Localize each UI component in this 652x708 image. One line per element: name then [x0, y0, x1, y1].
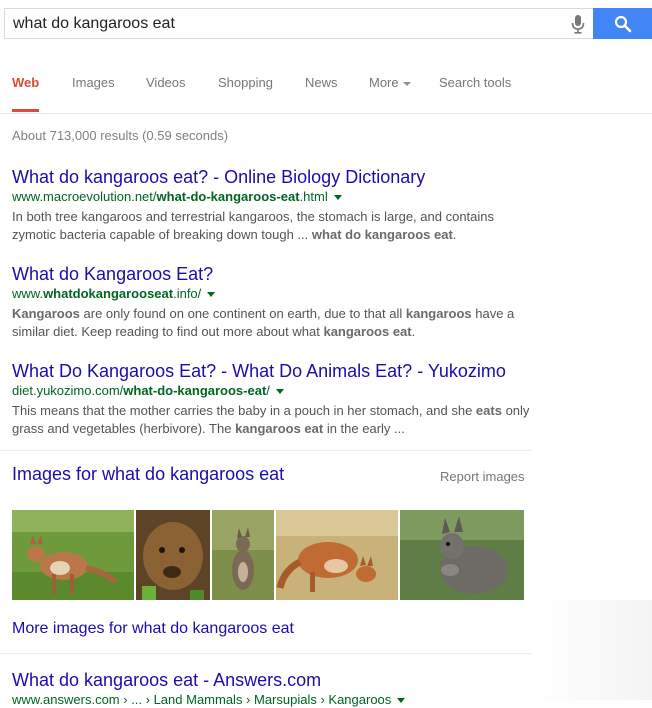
tab-shopping[interactable]: Shopping: [218, 75, 273, 112]
kangaroo-image-thumbnail[interactable]: [12, 510, 134, 600]
search-result: What do Kangaroos Eat? www.whatdokangaro…: [12, 263, 532, 341]
result-url: diet.yukozimo.com/what-do-kangaroos-eat/: [12, 382, 532, 399]
url-bold: whatdokangarooseat: [43, 286, 174, 301]
search-box[interactable]: [4, 8, 593, 39]
tab-news[interactable]: News: [305, 75, 338, 112]
report-images-link[interactable]: Report images: [440, 469, 525, 484]
result-title-link[interactable]: What Do Kangaroos Eat? - What Do Animals…: [12, 360, 532, 382]
snippet-text: in the early ...: [323, 421, 405, 436]
divider: [0, 450, 532, 451]
snippet-text: .: [452, 227, 457, 242]
url-text: www.macroevolution.net/: [12, 189, 157, 204]
snippet-text: This means that the mother carries the b…: [12, 403, 476, 418]
snippet-text: are only found on one continent on earth…: [79, 306, 406, 321]
tab-search-tools[interactable]: Search tools: [439, 75, 511, 112]
snippet-bold: kangaroos eat: [235, 421, 324, 436]
kangaroo-image-thumbnail[interactable]: [276, 510, 398, 600]
result-title-link[interactable]: What do kangaroos eat - Answers.com: [12, 669, 532, 691]
kangaroo-image-thumbnail[interactable]: [136, 510, 210, 600]
tab-more-label: More: [369, 75, 399, 90]
kangaroo-image-thumbnail[interactable]: [212, 510, 274, 600]
divider: [0, 653, 532, 654]
url-dropdown-icon[interactable]: [333, 195, 342, 201]
more-images-link[interactable]: More images for what do kangaroos eat: [12, 620, 294, 638]
search-tabs: Web Images Videos Shopping News More Sea…: [0, 62, 652, 114]
search-icon: [614, 15, 631, 32]
snippet-bold: Kangaroos: [12, 306, 80, 321]
snippet-bold: kangaroos eat: [323, 324, 412, 339]
search-result: What do kangaroos eat? - Online Biology …: [12, 166, 532, 244]
url-text: .info/: [173, 286, 202, 301]
snippet-bold: what do kangaroos eat: [311, 227, 453, 242]
search-bar: [4, 8, 652, 39]
search-result: What Do Kangaroos Eat? - What Do Animals…: [12, 360, 532, 438]
result-snippet: This means that the mother carries the b…: [12, 402, 532, 438]
page-edge-shade: [532, 600, 652, 700]
search-button[interactable]: [593, 8, 652, 39]
url-text: /: [266, 383, 270, 398]
snippet-text: .: [411, 324, 416, 339]
kangaroo-image-thumbnail[interactable]: [400, 510, 524, 600]
tab-videos[interactable]: Videos: [146, 75, 186, 112]
url-bold: what-do-kangaroos-eat: [156, 189, 300, 204]
url-text: www.: [12, 286, 44, 301]
search-result: What do kangaroos eat - Answers.com www.…: [12, 669, 532, 708]
tab-images[interactable]: Images: [72, 75, 115, 112]
microphone-icon[interactable]: [563, 9, 593, 38]
result-snippet: In both tree kangaroos and terrestrial k…: [12, 208, 532, 244]
url-text: .html: [299, 189, 328, 204]
search-input[interactable]: [13, 14, 563, 33]
tab-more[interactable]: More: [369, 75, 411, 112]
url-dropdown-icon[interactable]: [207, 292, 216, 298]
result-title-link[interactable]: What do kangaroos eat? - Online Biology …: [12, 166, 532, 188]
images-heading-link[interactable]: Images for what do kangaroos eat: [12, 464, 284, 485]
result-url: www.whatdokangarooseat.info/: [12, 285, 532, 302]
result-url: www.macroevolution.net/what-do-kangaroos…: [12, 188, 532, 205]
result-stats: About 713,000 results (0.59 seconds): [12, 128, 229, 143]
url-dropdown-icon[interactable]: [397, 698, 406, 704]
result-snippet: Kangaroos are only found on one continen…: [12, 305, 532, 341]
snippet-bold: kangaroos: [405, 306, 472, 321]
result-title-link[interactable]: What do Kangaroos Eat?: [12, 263, 532, 285]
tab-web[interactable]: Web: [12, 75, 40, 112]
url-dropdown-icon[interactable]: [275, 389, 284, 395]
url-bold: what-do-kangaroos-eat: [123, 383, 267, 398]
chevron-down-icon: [402, 81, 411, 86]
url-text: diet.yukozimo.com/: [12, 383, 124, 398]
snippet-bold: eats: [475, 403, 502, 418]
